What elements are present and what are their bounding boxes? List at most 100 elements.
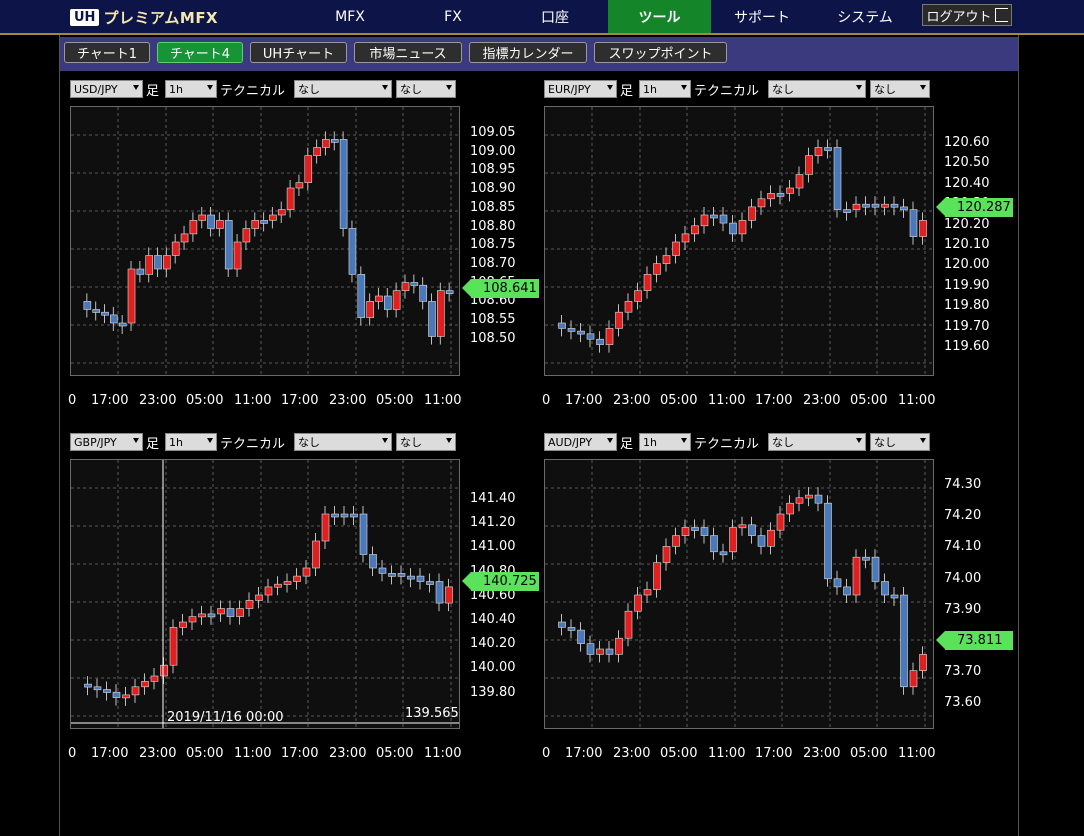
y-tick-label: 73.70 [944,664,982,680]
nav-fx[interactable]: FX [413,0,493,33]
technical-select-2[interactable]: なし [870,80,930,98]
candle-up [216,220,224,229]
technical-select-2[interactable]: なし [870,433,930,451]
candle-up [852,556,861,596]
candle-up [277,209,286,216]
candle-up [322,139,330,148]
candle-down [890,203,899,208]
chevron-down-icon [207,438,213,443]
x-tick-label: 11:00 [424,393,462,408]
subtab-indicator-calendar[interactable]: 指標カレンダー [469,42,587,63]
candle-up [145,255,153,275]
candle-up [274,583,282,588]
x-tick-label: 23:00 [803,746,841,761]
chevron-down-icon [856,85,862,90]
y-tick-label: 120.50 [944,155,990,171]
candle-up [615,637,623,655]
candle-down [110,314,118,324]
y-tick-label: 120.00 [944,257,990,273]
candle-up [757,198,766,208]
candle-up [445,586,453,604]
symbol-select-usdjpy[interactable]: USD/JPY [70,80,143,98]
candle-down [207,613,216,618]
candle-down [700,527,709,536]
subtab-chart1[interactable]: チャート1 [64,42,150,63]
symbol-select-audjpy[interactable]: AUD/JPY [544,433,617,451]
candle-up [662,255,671,264]
candle-up [786,502,794,515]
x-tick-label: 23:00 [803,393,841,408]
logout-button[interactable]: ログアウト [922,4,1012,26]
technical-select-2[interactable]: なし [396,433,456,451]
candle-down [862,556,870,561]
nav-system[interactable]: システム [825,0,905,33]
candlestick-svg [71,107,459,375]
candle-down [596,338,604,345]
candle-up [392,290,401,310]
candle-up [681,233,690,243]
nav-support[interactable]: サポート [722,0,802,33]
candle-up [653,263,661,275]
candle-up [255,594,263,601]
technical-select-1[interactable]: なし [768,80,866,98]
chevron-down-icon [133,438,139,443]
nav-tools[interactable]: ツール [608,0,711,33]
technical-select-1[interactable]: なし [294,80,392,98]
candle-down [330,139,339,143]
candle-up [615,311,623,329]
symbol-value: USD/JPY [74,82,118,96]
ashi-label: 足 [620,437,634,452]
candle-down [357,274,366,318]
candle-up [312,540,320,569]
timeframe-select[interactable]: 1h [639,80,691,98]
candle-up [634,594,642,612]
subtab-uh-chart[interactable]: UHチャート [250,42,347,63]
chart-plot-usdjpy[interactable] [70,106,460,376]
subtab-chart4[interactable]: チャート4 [157,42,243,63]
technical-select-1[interactable]: なし [768,433,866,451]
candlestick-svg [545,460,933,728]
x-tick-label: 23:00 [139,393,177,408]
candle-up [700,214,709,227]
candle-down [871,203,880,208]
last-price-tag: 73.811 [936,631,1013,650]
candle-up [662,546,671,563]
candle-up [302,567,311,577]
y-tick-label: 73.60 [944,695,982,711]
y-tick-label: 120.10 [944,237,990,252]
x-tick-label: 17:00 [281,746,319,761]
candle-up [127,268,136,324]
candle-down [757,535,766,547]
ashi-label: 足 [146,84,160,99]
candlestick-svg [71,460,459,728]
symbol-select-gbpjpy[interactable]: GBP/JPY [70,433,143,451]
candle-up [624,301,633,313]
candle-up [313,147,321,156]
y-tick-label: 140.20 [470,636,516,652]
x-tick-label: 05:00 [376,393,414,408]
x-tick-label: 11:00 [708,746,746,761]
candle-down [378,567,387,574]
chart-plot-gbpjpy[interactable] [70,459,460,729]
candle-down [862,203,870,208]
nav-account[interactable]: 口座 [515,0,595,33]
timeframe-select[interactable]: 1h [165,433,217,451]
subtab-swap-point[interactable]: スワップポイント [594,42,727,63]
candle-up [919,220,927,237]
timeframe-select[interactable]: 1h [165,80,217,98]
nav-mfx[interactable]: MFX [310,0,390,33]
symbol-select-eurjpy[interactable]: EUR/JPY [544,80,617,98]
chevron-down-icon [681,438,687,443]
last-price-tag: 108.641 [462,279,539,298]
timeframe-select[interactable]: 1h [639,433,691,451]
x-tick-label: 0 [542,393,551,408]
x-tick-label: 23:00 [613,393,651,408]
technical-select-1[interactable]: なし [294,433,392,451]
technical-select-2[interactable]: なし [396,80,456,98]
y-tick-label: 119.60 [944,339,990,354]
candle-up [160,664,168,677]
subtab-market-news[interactable]: 市場ニュース [354,42,462,63]
chart-plot-audjpy[interactable] [544,459,934,729]
candle-down [567,627,576,631]
chart-plot-eurjpy[interactable] [544,106,934,376]
